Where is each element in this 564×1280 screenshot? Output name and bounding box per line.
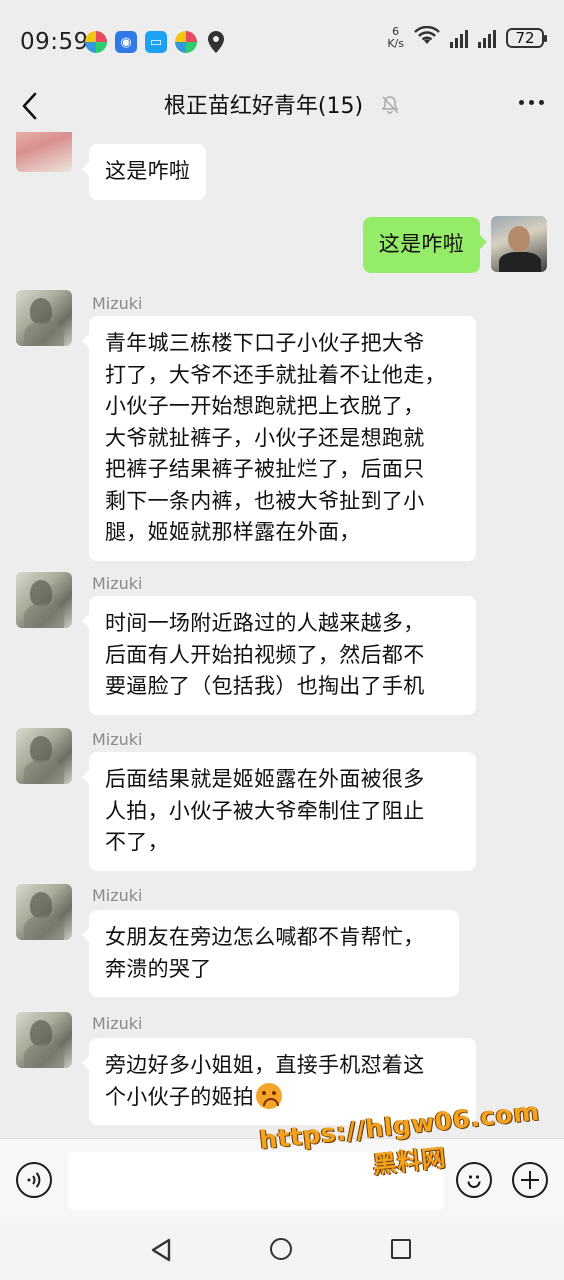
sender-name: Mizuki: [92, 1014, 143, 1033]
bell-off-icon: [380, 95, 400, 115]
app-notification-icon: [85, 31, 107, 53]
network-speed: 6 K/s: [387, 26, 404, 50]
app-notification-icon: [175, 31, 197, 53]
app-notification-icon: ◉: [115, 31, 137, 53]
system-nav-bar: [0, 1222, 564, 1280]
nav-home-icon[interactable]: [270, 1238, 292, 1260]
message-item: 这是咋啦: [0, 132, 564, 204]
message-text: 女朋友在旁边怎么喊都不肯帮忙， 奔溃的哭了: [105, 925, 425, 981]
avatar[interactable]: [16, 290, 72, 346]
clock: 09:59: [20, 29, 89, 55]
nav-recent-icon[interactable]: [391, 1239, 411, 1259]
message-item: Mizuki 青年城三栋楼下口子小伙子把大爷 打了，大爷不还手就扯着不让他走， …: [0, 290, 564, 561]
message-bubble[interactable]: 这是咋啦: [81, 144, 207, 200]
sender-name: Mizuki: [92, 294, 143, 313]
chat-title-wrap: 根正苗红好青年(15): [0, 88, 564, 120]
message-item: Mizuki 女朋友在旁边怎么喊都不肯帮忙， 奔溃的哭了: [0, 884, 564, 1000]
battery-icon: 72: [506, 28, 547, 48]
message-app-icon: ▭: [145, 31, 167, 53]
angry-emoji-icon: [256, 1082, 283, 1109]
plus-icon[interactable]: [512, 1162, 548, 1198]
avatar[interactable]: [16, 572, 72, 628]
message-text: 时间一场附近路过的人越来越多， 后面有人开始拍视频了，然后都不 要逼脸了（包括我…: [105, 611, 425, 698]
signal-icon: [450, 28, 468, 48]
avatar[interactable]: [491, 216, 547, 272]
message-bubble[interactable]: 时间一场附近路过的人越来越多， 后面有人开始拍视频了，然后都不 要逼脸了（包括我…: [82, 596, 476, 715]
location-icon: [205, 31, 227, 53]
chat-title: 根正苗红好青年(15): [163, 94, 364, 119]
sender-name: Mizuki: [92, 574, 143, 593]
message-list[interactable]: 这是咋啦 这是咋啦 Mizuki 青年城三栋楼下口子小伙子把大爷 打了，大爷不还…: [0, 132, 564, 1138]
message-text: 这是咋啦: [105, 159, 191, 183]
message-text: 后面结果就是姬姬露在外面被很多 人拍，小伙子被大爷牵制住了阻止 不了，: [105, 767, 425, 854]
status-bar: 09:59 ◉ ▭ 6 K/s 72: [0, 0, 564, 84]
sender-name: Mizuki: [92, 730, 143, 749]
wifi-icon: [414, 25, 440, 50]
avatar[interactable]: [16, 1012, 72, 1068]
message-item: Mizuki 后面结果就是姬姬露在外面被很多 人拍，小伙子被大爷牵制住了阻止 不…: [0, 728, 564, 871]
notification-icons: ◉ ▭: [85, 31, 227, 53]
signal-icon: [478, 28, 496, 48]
sender-name: Mizuki: [92, 886, 143, 905]
network-speed-unit: K/s: [387, 37, 404, 50]
chat-header: 根正苗红好青年(15): [0, 84, 564, 128]
nav-back-icon[interactable]: [150, 1238, 172, 1262]
system-icons: 6 K/s 72: [387, 25, 547, 50]
message-text: 这是咋啦: [378, 232, 464, 256]
message-bubble[interactable]: 后面结果就是姬姬露在外面被很多 人拍，小伙子被大爷牵制住了阻止 不了，: [82, 752, 476, 871]
voice-icon[interactable]: [16, 1162, 52, 1198]
avatar[interactable]: [16, 884, 72, 940]
message-text: 青年城三栋楼下口子小伙子把大爷 打了，大爷不还手就扯着不让他走， 小伙子一开始想…: [105, 331, 446, 544]
message-item: 这是咋啦: [0, 216, 564, 276]
avatar[interactable]: [16, 728, 72, 784]
more-dots-icon[interactable]: [519, 100, 544, 105]
message-item: Mizuki 时间一场附近路过的人越来越多， 后面有人开始拍视频了，然后都不 要…: [0, 572, 564, 715]
message-bubble[interactable]: 青年城三栋楼下口子小伙子把大爷 打了，大爷不还手就扯着不让他走， 小伙子一开始想…: [82, 316, 476, 561]
message-bubble[interactable]: 女朋友在旁边怎么喊都不肯帮忙， 奔溃的哭了: [82, 910, 459, 997]
message-bubble[interactable]: 这是咋啦: [362, 217, 488, 273]
avatar[interactable]: [16, 132, 72, 172]
